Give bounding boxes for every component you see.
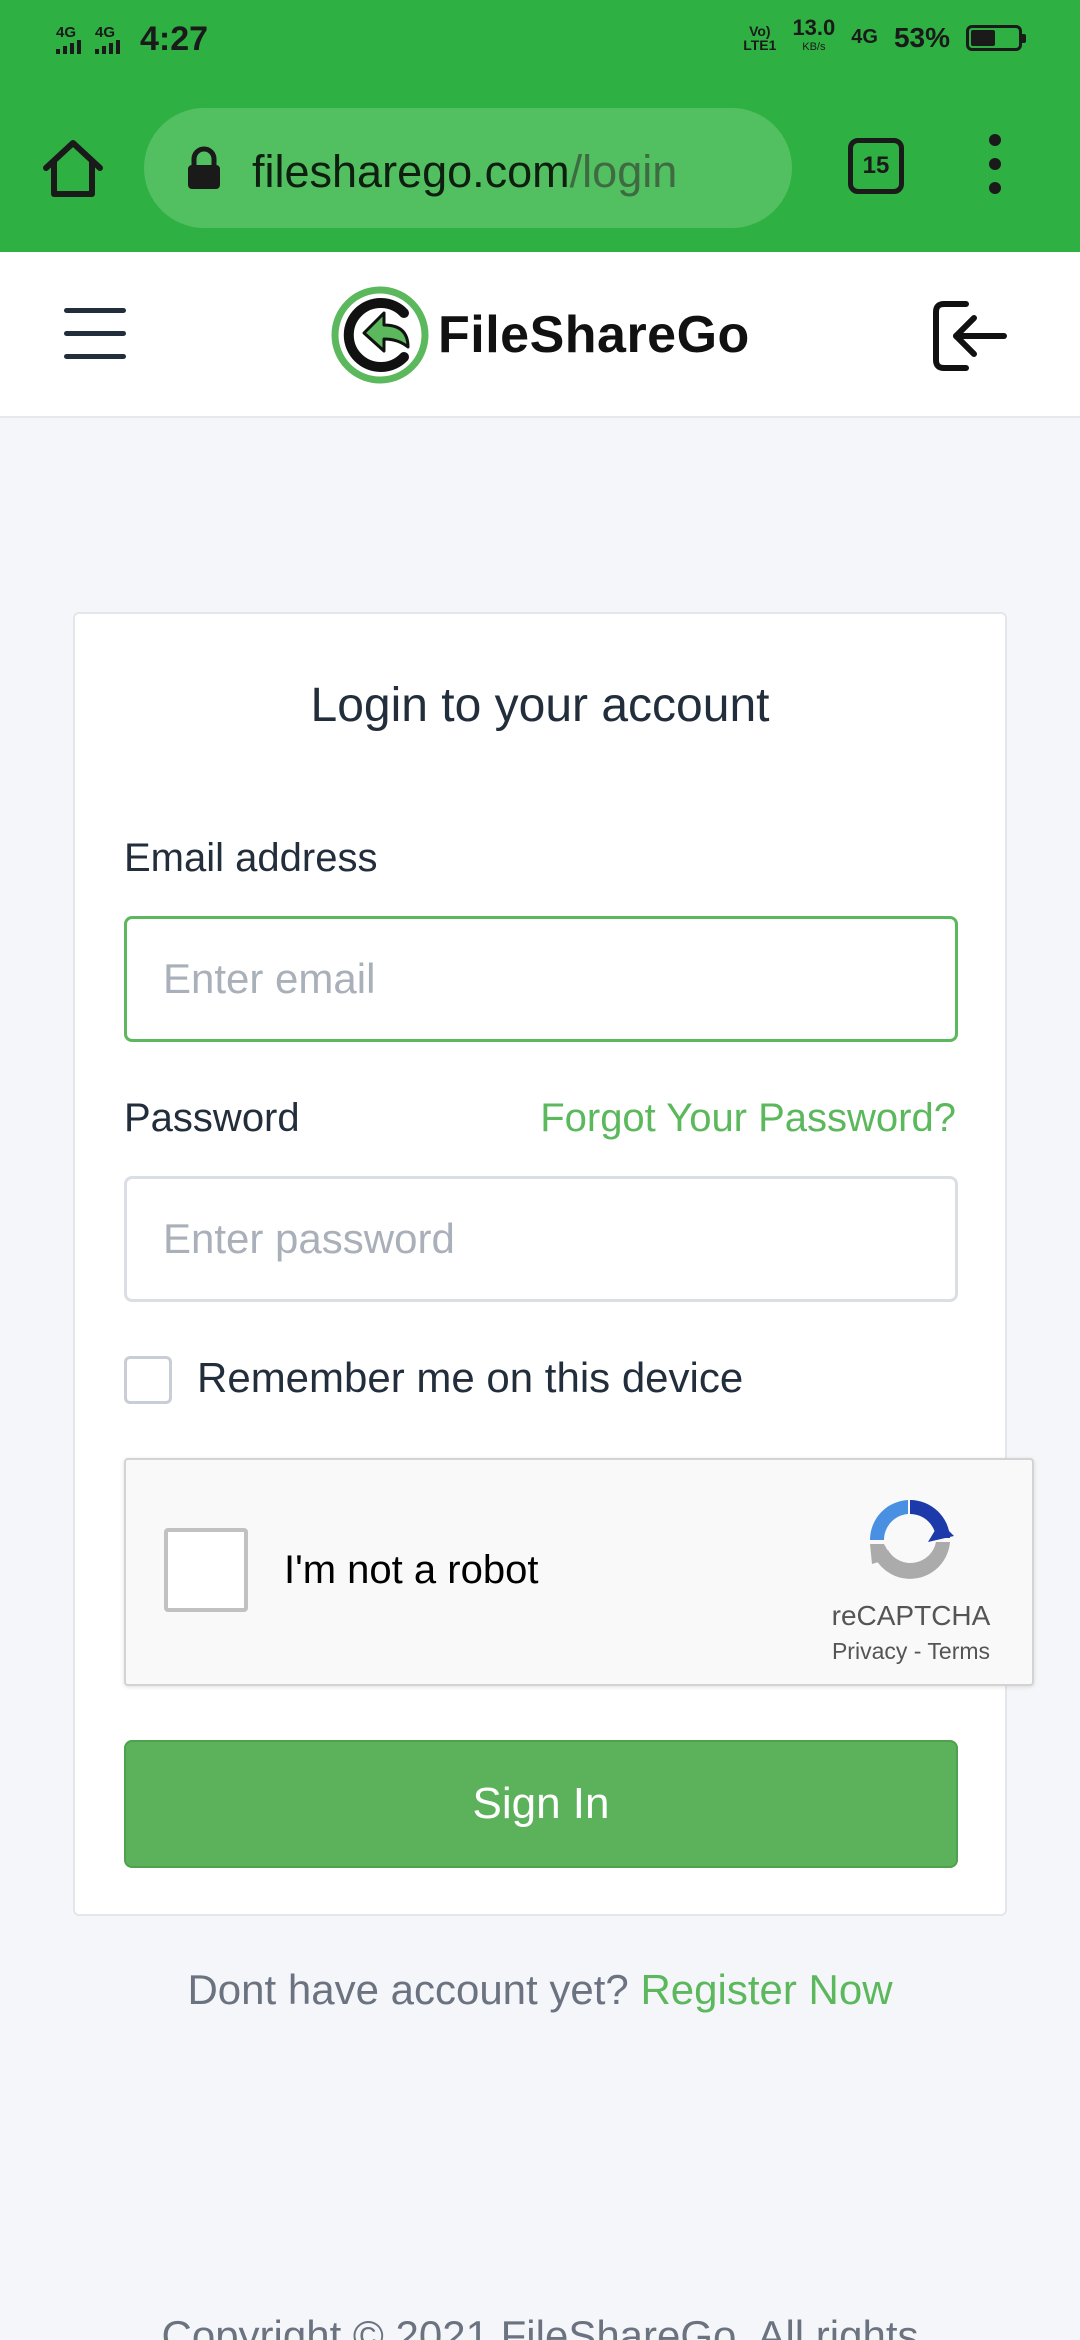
url-path: /login	[569, 146, 678, 197]
sign-in-button[interactable]: Sign In	[124, 1740, 958, 1868]
recaptcha-logo-icon	[862, 1492, 958, 1588]
login-icon[interactable]	[930, 298, 1010, 374]
signal-bars-icon	[95, 40, 120, 54]
password-input[interactable]	[124, 1176, 958, 1302]
recaptcha-label: I'm not a robot	[284, 1548, 539, 1592]
tab-count: 15	[862, 152, 890, 179]
more-options-icon[interactable]	[980, 134, 1010, 204]
recaptcha-privacy-link[interactable]: Privacy	[832, 1638, 907, 1664]
network-speed: 13.0 KB/s	[792, 17, 835, 55]
volte-icon: Vo) LTE1	[743, 22, 777, 53]
register-prompt: Dont have account yet? Register Now	[0, 1966, 1080, 2014]
battery-icon	[966, 24, 1026, 51]
network-type-label: 4G	[851, 26, 878, 48]
status-bar: 4G 4G 4:27 Vo) LTE1 13.0 KB/s 4G 53%	[0, 0, 1080, 84]
network-type-label: 4G	[56, 24, 77, 41]
site-logo[interactable]: FileShareGo	[330, 284, 750, 386]
status-bar-right: Vo) LTE1 13.0 KB/s 4G 53%	[743, 17, 1026, 55]
recaptcha-checkbox[interactable]	[164, 1528, 248, 1612]
url-text: filesharego.com/login	[252, 146, 677, 198]
lock-icon	[184, 146, 224, 190]
forgot-password-link[interactable]: Forgot Your Password?	[540, 1096, 956, 1141]
email-label: Email address	[124, 836, 378, 880]
login-card: Login to your account Email address Pass…	[73, 612, 1034, 1916]
recaptcha-terms-link[interactable]: Terms	[927, 1638, 990, 1664]
recaptcha-separator: -	[913, 1638, 922, 1664]
speed-unit: KB/s	[802, 41, 826, 53]
remember-me-checkbox[interactable]	[124, 1356, 172, 1404]
email-input[interactable]	[124, 916, 958, 1042]
signal-sim2: 4G	[95, 25, 120, 54]
login-title: Login to your account	[310, 679, 770, 732]
browser-toolbar: filesharego.com/login 15	[0, 84, 1080, 252]
recaptcha-links: Privacy - Terms	[816, 1638, 1006, 1665]
signal-bars-icon	[56, 40, 81, 54]
clock: 4:27	[140, 20, 209, 58]
footer-copyright: Copyright © 2021 FileShareGo. All rights	[161, 2312, 919, 2340]
network-type-label: 4G	[95, 24, 116, 41]
battery-percent: 53%	[893, 21, 950, 53]
site-header: FileShareGo	[0, 252, 1080, 418]
password-label: Password	[124, 1096, 300, 1140]
signal-sim1: 4G	[56, 25, 81, 54]
speed-value: 13.0	[792, 15, 836, 40]
url-domain: filesharego.com	[252, 146, 570, 197]
register-prompt-text: Dont have account yet?	[187, 1966, 629, 2013]
register-now-link[interactable]: Register Now	[640, 1966, 892, 2013]
brand-name: FileShareGo	[438, 306, 750, 364]
tab-switcher-button[interactable]: 15	[848, 138, 904, 194]
logo-icon	[331, 286, 429, 384]
battery-fill	[971, 29, 995, 46]
status-bar-left: 4G 4G 4:27	[56, 20, 208, 59]
hamburger-menu-icon[interactable]	[64, 308, 126, 360]
recaptcha-brand: reCAPTCHA	[831, 1600, 991, 1631]
recaptcha-widget: I'm not a robot reCAPTCHA Privacy - Term…	[124, 1458, 1034, 1686]
remember-me-label[interactable]: Remember me on this device	[197, 1354, 743, 1402]
address-bar[interactable]: filesharego.com/login	[144, 108, 792, 228]
home-icon[interactable]	[38, 134, 108, 204]
